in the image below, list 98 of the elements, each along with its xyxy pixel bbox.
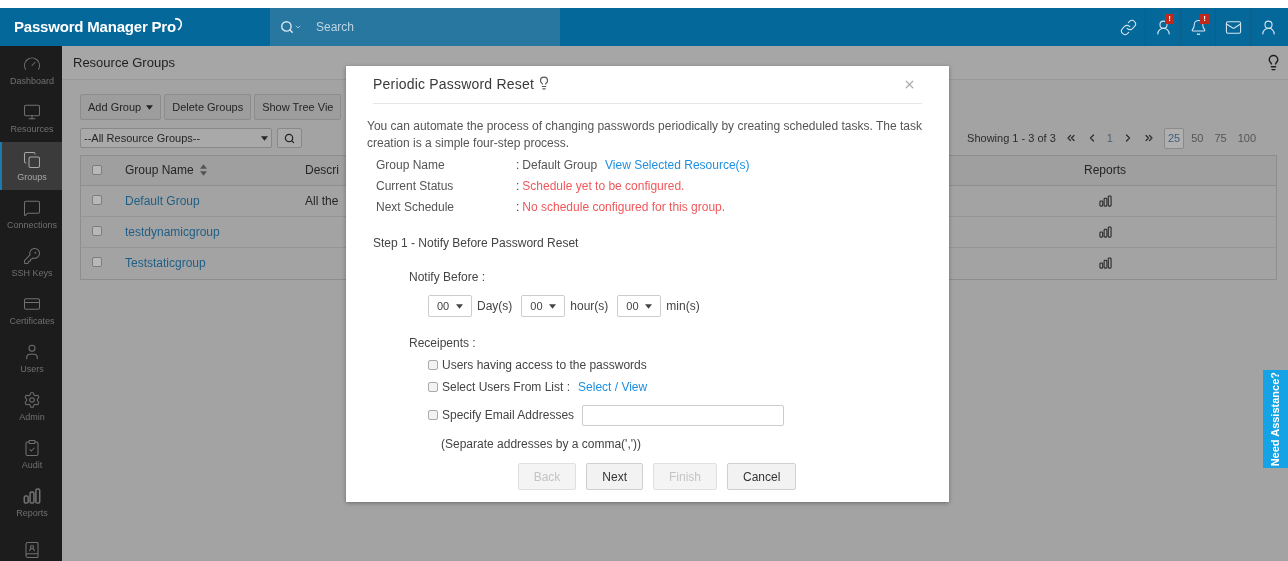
lightbulb-icon	[537, 75, 551, 90]
bar-chart-icon	[23, 486, 41, 505]
email-input[interactable]	[582, 404, 785, 426]
time-select[interactable]: 00	[617, 295, 662, 317]
caret-down-icon	[645, 303, 653, 309]
sidebar-item[interactable]: Admin	[0, 382, 62, 430]
user-icon	[23, 342, 41, 361]
unit-label: Day(s)	[477, 298, 513, 315]
checkbox[interactable]	[428, 410, 438, 420]
dialog-button[interactable]: Cancel	[727, 463, 797, 490]
search-field[interactable]: Search	[270, 8, 560, 46]
settings-icon	[23, 390, 41, 409]
search-icon	[284, 132, 295, 144]
separator: :	[516, 198, 520, 216]
gauge-icon	[23, 54, 41, 73]
search-button[interactable]	[277, 128, 302, 149]
sidebar-item[interactable]: Reports	[0, 478, 62, 526]
toolbar-button[interactable]: Show Tree Vie	[254, 94, 342, 120]
info-value: No schedule configured for this group.	[522, 198, 726, 216]
option-label: Select Users From List :	[442, 379, 571, 396]
toolbar-button[interactable]: Delete Groups	[164, 94, 252, 120]
column-header[interactable]: Group Name	[125, 161, 194, 179]
link-icon	[1119, 18, 1137, 36]
page-size-option[interactable]: 25	[1163, 128, 1185, 149]
user-icon	[1260, 18, 1277, 36]
sidebar-item[interactable]: Audit	[0, 430, 62, 478]
sidebar-item[interactable]: SSH Keys	[0, 238, 62, 286]
toolbar-button[interactable]: Add Group	[80, 94, 162, 120]
checkbox[interactable]	[428, 382, 438, 392]
caret-down-icon	[294, 23, 302, 31]
monitor-icon	[23, 102, 41, 121]
info-label: Group Name	[376, 156, 446, 174]
bar-chart-icon	[1098, 225, 1112, 238]
separator: :	[516, 156, 520, 174]
page-size-option[interactable]: 100	[1233, 128, 1260, 149]
page-size-option[interactable]: 75	[1210, 128, 1231, 149]
notify-label: Notify Before :	[409, 269, 486, 286]
pagination-summary: Showing 1 - 3 of 3	[967, 131, 1056, 146]
chat-icon	[23, 198, 41, 217]
caret-down-icon	[199, 171, 207, 176]
column-header: Descri	[305, 163, 339, 177]
sort-up-icon	[199, 164, 207, 169]
dialog-title: Periodic Password Reset	[373, 75, 534, 94]
caret-down-icon	[456, 303, 463, 309]
separator: :	[516, 177, 520, 195]
checkbox[interactable]	[92, 194, 102, 205]
select-view-link[interactable]: Select / View	[578, 378, 648, 396]
search-icon	[280, 20, 294, 34]
stacked-screens-icon	[23, 150, 41, 169]
group-name-link[interactable]: testdynamicgroup	[125, 222, 220, 241]
close-icon[interactable]	[903, 78, 916, 91]
info-value: Default Group	[522, 156, 598, 174]
checkbox[interactable]	[92, 225, 102, 236]
contact-book-icon	[23, 541, 41, 559]
need-assistance-tab[interactable]: Need Assistance?	[1263, 370, 1288, 468]
info-value: Schedule yet to be configured.	[522, 177, 685, 195]
page-number[interactable]: 1	[1106, 130, 1113, 147]
info-label: Current Status	[376, 177, 455, 195]
view-resources-link[interactable]: View Selected Resource(s)	[605, 155, 750, 174]
caret-down-icon	[261, 135, 268, 141]
sidebar-item[interactable]: Users	[0, 334, 62, 382]
bar-chart-icon	[1098, 194, 1112, 207]
hint-text: (Separate addresses by a comma(','))	[441, 436, 641, 453]
sidebar-item[interactable]: Groups	[0, 142, 62, 190]
bar-chart-icon	[1098, 257, 1112, 269]
sidebar-item[interactable]: Resources	[0, 94, 62, 142]
dialog-button[interactable]: Next	[586, 463, 643, 490]
caret-down-icon	[549, 303, 557, 309]
column-header: Reports	[1084, 162, 1126, 179]
sidebar-item[interactable]: Connections	[0, 190, 62, 238]
time-select[interactable]: 00	[428, 295, 472, 317]
table-cell: All the	[305, 193, 339, 208]
group-name-link[interactable]: Default Group	[125, 191, 200, 210]
checkbox[interactable]	[92, 256, 102, 267]
page-size-option[interactable]: 50	[1187, 128, 1208, 149]
checkbox[interactable]	[92, 165, 102, 175]
key-icon	[23, 246, 41, 265]
sidebar-item[interactable]: Dashboard	[0, 46, 62, 94]
alert-badge: !	[1165, 14, 1174, 24]
bell-icon	[1189, 18, 1207, 36]
intro-text: You can automate the process of changing passwords periodically by creating scheduled tasks. The task creation is a simple four-step process.	[367, 118, 923, 152]
recipients-label: Receipents :	[409, 335, 476, 352]
group-filter-dropdown[interactable]: --All Resource Groups--	[80, 128, 272, 149]
app-title: Password Manager Pro	[14, 16, 176, 37]
unit-label: min(s)	[666, 298, 700, 315]
alert-badge: !	[1200, 14, 1209, 24]
info-label: Next Schedule	[376, 198, 456, 216]
option-label: Specify Email Addresses	[442, 407, 575, 424]
option-label: Users having access to the passwords	[442, 357, 647, 374]
step-heading: Step 1 - Notify Before Password Reset	[373, 235, 579, 252]
group-name-link[interactable]: Teststaticgroup	[125, 254, 206, 272]
unit-label: hour(s)	[570, 298, 609, 315]
sidebar-item[interactable]: Certificates	[0, 286, 62, 334]
time-select[interactable]: 00	[521, 295, 566, 317]
mail-icon	[1224, 18, 1242, 36]
checkbox[interactable]	[428, 360, 438, 370]
page-title: Resource Groups	[73, 53, 175, 72]
clipboard-check-icon	[23, 438, 41, 457]
